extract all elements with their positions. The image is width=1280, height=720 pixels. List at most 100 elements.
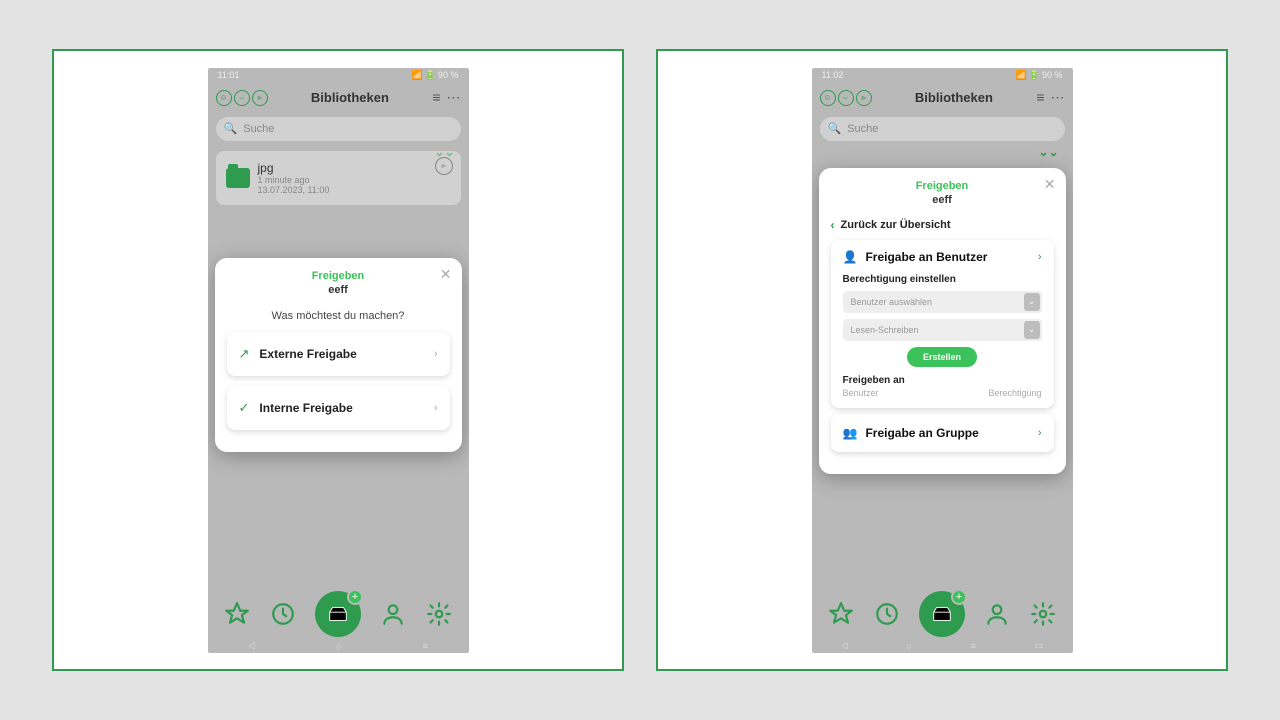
search-icon: 🔍: [224, 122, 238, 135]
search-input[interactable]: 🔍 Suche: [820, 117, 1065, 141]
share-detail-modal: ✕ Freigeben eeff ‹ Zurück zur Übersicht …: [819, 168, 1066, 474]
search-placeholder: Suche: [243, 123, 274, 135]
phone-screen-right: 11:02 📶 🔋 90 % ☺ ⌣ ⪢ Bibliotheken ≡ ⋯ 🔍 …: [812, 68, 1073, 653]
header-menu: ≡ ⋯: [1036, 89, 1064, 106]
hamburger-icon[interactable]: ≡: [432, 89, 440, 106]
status-right: 📶 🔋 90 %: [1016, 70, 1063, 81]
add-icon[interactable]: +: [951, 589, 967, 605]
share-modal: ✕ Freigeben eeff Was möchtest du machen?…: [215, 258, 462, 452]
search-input[interactable]: 🔍 Suche: [216, 117, 461, 141]
nav-settings[interactable]: [425, 600, 453, 628]
share-icon[interactable]: ⪢: [856, 90, 872, 106]
option-external-share[interactable]: ↗ Externe Freigabe ›: [227, 332, 450, 376]
recent-soft-icon[interactable]: ≡: [423, 641, 428, 651]
status-bar: 11:01 📶 🔋 90 %: [208, 68, 469, 83]
nav-library[interactable]: +: [919, 591, 965, 637]
modal-subtitle: eeff: [225, 284, 452, 296]
nav-profile[interactable]: [379, 600, 407, 628]
nav-recent[interactable]: [873, 600, 901, 628]
option-label: Interne Freigabe: [259, 401, 352, 415]
share-table: Freigeben an Benutzer Berechtigung: [843, 375, 1042, 398]
back-soft-icon[interactable]: ◁: [841, 640, 848, 651]
recent-soft-icon[interactable]: ≡: [971, 641, 976, 651]
col-user: Benutzer: [843, 388, 879, 398]
close-icon[interactable]: ✕: [440, 266, 452, 283]
screenshot-frame-right: 11:02 📶 🔋 90 % ☺ ⌣ ⪢ Bibliotheken ≡ ⋯ 🔍 …: [656, 49, 1228, 671]
battery-icon: 🔋: [425, 70, 436, 81]
nav-favorites[interactable]: [223, 600, 251, 628]
share-icon[interactable]: ⪢: [252, 90, 268, 106]
chevron-left-icon: ‹: [831, 218, 835, 232]
create-button[interactable]: Erstellen: [907, 347, 977, 367]
home-soft-icon[interactable]: ○: [336, 641, 341, 651]
share-to-label: Freigeben an: [843, 375, 1042, 386]
share-group-card[interactable]: 👥 Freigabe an Gruppe ›: [831, 414, 1054, 452]
user-share-icon: 👤: [843, 250, 858, 264]
app-header: ☺ ⌣ ⪢ Bibliotheken ≡ ⋯: [812, 83, 1073, 113]
nav-profile[interactable]: [983, 600, 1011, 628]
more-icon[interactable]: ⋯: [447, 89, 461, 106]
option-internal-share[interactable]: ✓ Interne Freigabe ›: [227, 386, 450, 430]
folder-icon: [226, 168, 250, 188]
group-share-icon: 👥: [843, 426, 858, 440]
card-header-user[interactable]: 👤 Freigabe an Benutzer ›: [843, 250, 1042, 264]
expand-icon[interactable]: ⌄⌄: [1038, 145, 1058, 159]
chevron-right-icon: ›: [434, 402, 438, 414]
more-icon[interactable]: ⋯: [1051, 89, 1065, 106]
status-right: 📶 🔋 90 %: [412, 70, 459, 81]
home-soft-icon[interactable]: ○: [906, 641, 911, 651]
select-user[interactable]: Benutzer auswählen ⌄: [843, 291, 1042, 313]
page-title: Bibliotheken: [876, 90, 1033, 105]
col-perm: Berechtigung: [988, 388, 1041, 398]
chevron-right-icon: ›: [1038, 427, 1042, 439]
nav-recent[interactable]: [269, 600, 297, 628]
internal-icon: ✓: [239, 400, 250, 416]
status-time: 11:02: [822, 70, 844, 80]
group-icon[interactable]: ⌣: [234, 90, 250, 106]
section-label: Berechtigung einstellen: [843, 274, 1042, 285]
dropdown-icon: ⌄: [1024, 321, 1040, 339]
option-label: Externe Freigabe: [259, 347, 356, 361]
add-icon[interactable]: +: [347, 589, 363, 605]
search-placeholder: Suche: [847, 123, 878, 135]
status-time: 11:01: [218, 70, 240, 80]
file-name: jpg: [258, 161, 330, 175]
android-nav: ◁ ○ ≡: [208, 639, 469, 653]
phone-screen-left: 11:01 📶 🔋 90 % ☺ ⌣ ⪢ Bibliotheken ≡ ⋯ 🔍 …: [208, 68, 469, 653]
nav-favorites[interactable]: [827, 600, 855, 628]
external-icon: ↗: [239, 346, 250, 362]
nav-settings[interactable]: [1029, 600, 1057, 628]
back-link[interactable]: ‹ Zurück zur Übersicht: [831, 218, 1054, 232]
chevron-right-icon: ›: [1038, 251, 1042, 263]
back-soft-icon[interactable]: ◁: [248, 640, 255, 651]
select-user-placeholder: Benutzer auswählen: [851, 297, 933, 307]
file-item[interactable]: jpg 1 minute ago 13.07.2023, 11:00 ⪢: [216, 151, 461, 205]
modal-subtitle: eeff: [829, 194, 1056, 206]
group-icon[interactable]: ⌣: [838, 90, 854, 106]
select-perm-value: Lesen-Schreiben: [851, 325, 919, 335]
screenshot-frame-left: 11:01 📶 🔋 90 % ☺ ⌣ ⪢ Bibliotheken ≡ ⋯ 🔍 …: [52, 49, 624, 671]
app-header: ☺ ⌣ ⪢ Bibliotheken ≡ ⋯: [208, 83, 469, 113]
status-bar: 11:02 📶 🔋 90 %: [812, 68, 1073, 83]
card-title: Freigabe an Benutzer: [865, 250, 987, 264]
header-icons: ☺ ⌣ ⪢: [820, 90, 872, 106]
user-icon[interactable]: ☺: [216, 90, 232, 106]
card-title: Freigabe an Gruppe: [865, 426, 978, 440]
header-icons: ☺ ⌣ ⪢: [216, 90, 268, 106]
hamburger-icon[interactable]: ≡: [1036, 89, 1044, 106]
battery-icon: 🔋: [1029, 70, 1040, 81]
file-share-icon[interactable]: ⪢: [435, 157, 453, 175]
search-icon: 🔍: [828, 122, 842, 135]
select-permission[interactable]: Lesen-Schreiben ⌄: [843, 319, 1042, 341]
bottom-nav: +: [208, 589, 469, 639]
user-icon[interactable]: ☺: [820, 90, 836, 106]
nav-library[interactable]: +: [315, 591, 361, 637]
modal-title: Freigeben: [829, 180, 1056, 192]
battery-pct: 90 %: [438, 70, 459, 80]
extra-soft-icon[interactable]: ▭: [1035, 640, 1044, 651]
modal-question: Was möchtest du machen?: [225, 310, 452, 322]
close-icon[interactable]: ✕: [1044, 176, 1056, 193]
page-title: Bibliotheken: [272, 90, 429, 105]
file-ago: 1 minute ago: [258, 175, 330, 185]
battery-pct: 90 %: [1042, 70, 1063, 80]
